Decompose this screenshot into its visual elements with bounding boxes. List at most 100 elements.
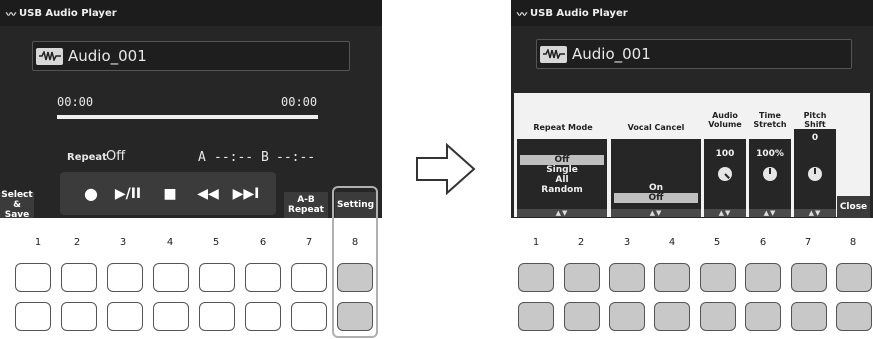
upper-button-6[interactable] <box>245 263 281 292</box>
upper-button-2[interactable] <box>564 263 600 292</box>
upper-button-8[interactable] <box>836 263 872 292</box>
close-button[interactable]: Close <box>837 196 870 218</box>
a-label: A <box>198 150 206 165</box>
time-stretch-knob-icon[interactable] <box>763 167 777 181</box>
record-button[interactable]: ● <box>73 172 109 215</box>
button-number-4: 4 <box>668 237 676 248</box>
upper-button-3[interactable] <box>609 263 645 292</box>
pitch-shift-updown[interactable]: ▲▼ <box>794 209 836 217</box>
waveform-icon <box>540 45 567 63</box>
player-screen: 〰 USB Audio Player Audio_001 00:00 00:00… <box>0 0 382 218</box>
pitch-shift-control[interactable]: 0 <box>794 129 836 209</box>
title-bar: 〰 USB Audio Player <box>511 0 873 26</box>
rewind-button[interactable]: ◀◀ <box>190 172 226 215</box>
lower-button-7[interactable] <box>291 302 327 331</box>
repeat-option-single[interactable]: Single <box>520 165 604 175</box>
lower-button-3[interactable] <box>609 302 645 331</box>
song-name-box[interactable]: Audio_001 <box>32 41 350 71</box>
pitch-shift-knob-icon[interactable] <box>808 167 822 181</box>
audio-volume-updown[interactable]: ▲▼ <box>704 209 746 217</box>
lower-button-5[interactable] <box>700 302 736 331</box>
lower-button-4[interactable] <box>153 302 189 331</box>
repeat-option-off[interactable]: Off <box>520 155 604 165</box>
vocal-cancel-list[interactable]: On Off <box>611 139 701 209</box>
upper-button-5[interactable] <box>700 263 736 292</box>
lower-button-3[interactable] <box>107 302 143 331</box>
button-number-3: 3 <box>623 237 631 248</box>
lower-button-5[interactable] <box>199 302 235 331</box>
repeat-label: Repeat <box>67 152 107 163</box>
app-icon: 〰 <box>517 9 527 21</box>
upper-button-1[interactable] <box>15 263 51 292</box>
upper-button-4[interactable] <box>153 263 189 292</box>
upper-button-7[interactable] <box>791 263 827 292</box>
audio-volume-header: Audio Volume <box>708 111 742 129</box>
lower-button-2[interactable] <box>61 302 97 331</box>
app-title: USB Audio Player <box>530 7 628 19</box>
song-name-box[interactable]: Audio_001 <box>536 39 852 69</box>
b-time: --:-- <box>276 150 316 165</box>
upper-button-3[interactable] <box>107 263 143 292</box>
fast-forward-button[interactable]: ▶▶I <box>228 172 264 215</box>
waveform-icon <box>36 47 63 65</box>
repeat-mode-list[interactable]: Off Single All Random <box>517 139 607 209</box>
upper-button-7[interactable] <box>291 263 327 292</box>
lower-button-1[interactable] <box>518 302 554 331</box>
button-number-8: 8 <box>849 237 857 248</box>
lower-button-6[interactable] <box>745 302 781 331</box>
button-number-1: 1 <box>34 237 42 248</box>
a-time: --:-- <box>214 150 254 165</box>
button-number-6: 6 <box>759 237 767 248</box>
audio-volume-value: 100 <box>715 149 735 159</box>
upper-button-8[interactable] <box>337 263 373 292</box>
lower-button-1[interactable] <box>15 302 51 331</box>
repeat-value: Off <box>106 149 126 164</box>
button-number-4: 4 <box>166 237 174 248</box>
app-title: USB Audio Player <box>19 7 117 19</box>
pitch-shift-value: 0 <box>811 133 819 143</box>
vocal-option-off[interactable]: Off <box>614 193 698 203</box>
stop-button[interactable]: ■ <box>152 172 188 215</box>
ab-repeat-button[interactable]: A-B Repeat <box>284 192 328 218</box>
lower-button-7[interactable] <box>791 302 827 331</box>
repeat-option-random[interactable]: Random <box>520 185 604 195</box>
current-time: 00:00 <box>57 95 94 109</box>
lower-button-2[interactable] <box>564 302 600 331</box>
upper-button-6[interactable] <box>745 263 781 292</box>
repeat-mode-header: Repeat Mode <box>533 123 593 132</box>
play-pause-button[interactable]: ▶/II <box>110 172 146 215</box>
time-stretch-value: 100% <box>756 149 784 159</box>
settings-panel: Repeat Mode Off Single All Random ▲▼ Voc… <box>514 93 870 217</box>
button-number-2: 2 <box>73 237 81 248</box>
lower-button-8[interactable] <box>337 302 373 331</box>
progress-bar[interactable] <box>57 115 318 119</box>
vocal-cancel-updown[interactable]: ▲▼ <box>611 209 701 217</box>
vocal-option-on[interactable]: On <box>614 183 698 193</box>
song-name: Audio_001 <box>572 45 651 63</box>
settings-screen: 〰 USB Audio Player Audio_001 Repeat Mode… <box>511 0 873 218</box>
button-number-7: 7 <box>804 237 812 248</box>
right-arrow-icon <box>415 141 477 201</box>
time-stretch-updown[interactable]: ▲▼ <box>749 209 791 217</box>
lower-button-4[interactable] <box>654 302 690 331</box>
audio-volume-control[interactable]: 100 <box>704 139 746 209</box>
pitch-shift-header: Pitch Shift <box>803 111 827 129</box>
repeat-option-all[interactable]: All <box>520 175 604 185</box>
lower-button-6[interactable] <box>245 302 281 331</box>
app-icon: 〰 <box>6 9 16 21</box>
button-number-2: 2 <box>577 237 585 248</box>
button-number-7: 7 <box>305 237 313 248</box>
upper-button-4[interactable] <box>654 263 690 292</box>
song-name: Audio_001 <box>68 47 147 65</box>
repeat-mode-updown[interactable]: ▲▼ <box>517 209 607 217</box>
time-stretch-control[interactable]: 100% <box>749 139 791 209</box>
audio-volume-knob-icon[interactable] <box>715 164 735 184</box>
select-save-button[interactable]: Select & Save <box>0 190 34 218</box>
upper-button-1[interactable] <box>518 263 554 292</box>
upper-button-5[interactable] <box>199 263 235 292</box>
title-bar: 〰 USB Audio Player <box>0 0 382 26</box>
lower-button-8[interactable] <box>836 302 872 331</box>
button-number-1: 1 <box>532 237 540 248</box>
button-number-8: 8 <box>351 237 359 248</box>
upper-button-2[interactable] <box>61 263 97 292</box>
